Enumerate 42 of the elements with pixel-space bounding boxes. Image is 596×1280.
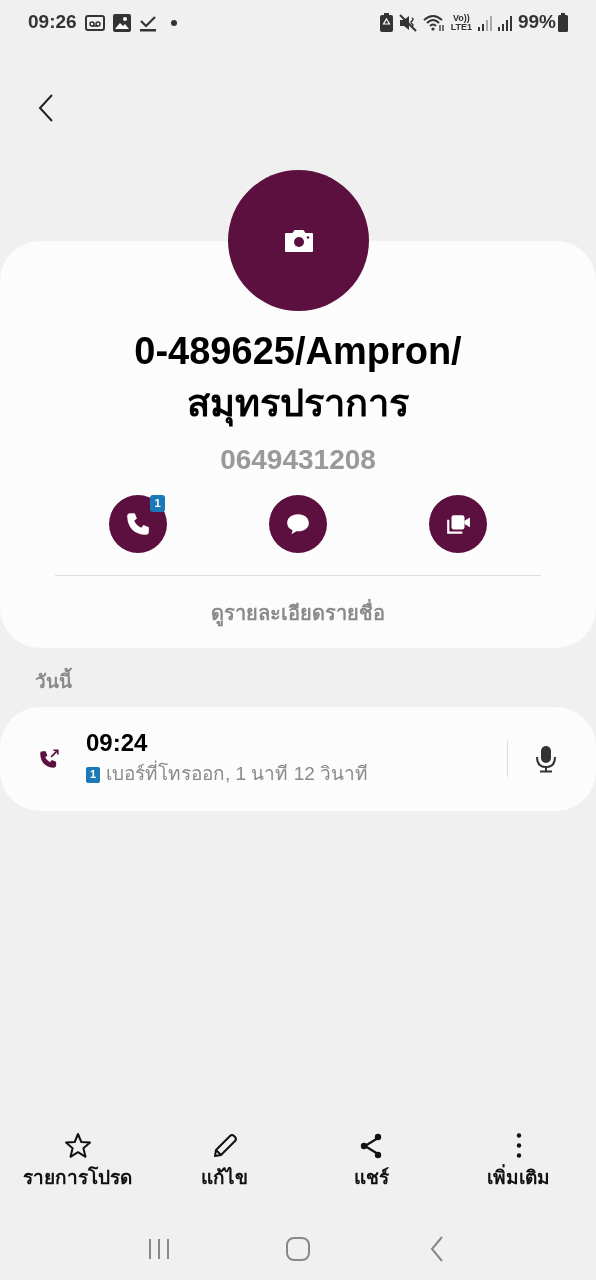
wifi-icon bbox=[422, 13, 445, 32]
phone-icon bbox=[125, 511, 151, 537]
signal-icon bbox=[477, 14, 492, 31]
sim-badge: 1 bbox=[86, 766, 100, 783]
toolbar-button[interactable]: รายการโปรด bbox=[7, 1131, 148, 1192]
sim-badge: 1 bbox=[150, 495, 165, 512]
call-time: 09:24 bbox=[86, 728, 149, 759]
microphone-icon bbox=[535, 744, 557, 773]
toolbar-button[interactable]: เพิ่มเติม bbox=[448, 1131, 589, 1192]
toolbar-button[interactable]: แก้ไข bbox=[154, 1131, 295, 1192]
home-icon bbox=[286, 1237, 310, 1261]
recent-apps-icon bbox=[148, 1238, 171, 1260]
contact-name: 0-489625/Ampron/ bbox=[134, 329, 462, 374]
download-done-icon bbox=[138, 13, 157, 32]
section-header: วันนี้ bbox=[35, 668, 596, 697]
contact-name: สมุทรปราการ bbox=[187, 377, 409, 429]
chat-bubble-icon bbox=[285, 511, 311, 537]
battery-percent: 99% bbox=[517, 10, 556, 35]
status-time: 09:26 bbox=[28, 10, 77, 35]
battery-icon bbox=[558, 13, 568, 32]
more-icon bbox=[515, 1133, 522, 1158]
network-label: LTE1 bbox=[450, 22, 472, 32]
image-icon bbox=[112, 13, 131, 32]
call-button[interactable]: 1 bbox=[109, 495, 167, 553]
message-button[interactable] bbox=[269, 495, 327, 553]
call-description: เบอร์ที่โทรออก, 1 นาที 12 วินาที bbox=[106, 760, 369, 789]
dot-icon bbox=[170, 19, 177, 26]
call-log-item[interactable]: 09:24 1 เบอร์ที่โทรออก, 1 นาที 12 วินาที bbox=[0, 706, 596, 811]
voicemail-icon bbox=[84, 14, 105, 31]
video-call-button[interactable] bbox=[429, 495, 487, 553]
toolbar-button[interactable]: แชร์ bbox=[301, 1131, 442, 1192]
battery-saver-icon bbox=[379, 13, 393, 32]
back-icon bbox=[38, 94, 54, 122]
mute-icon bbox=[398, 13, 417, 32]
camera-icon bbox=[283, 228, 314, 253]
recording-button[interactable] bbox=[534, 743, 558, 774]
back-icon bbox=[429, 1236, 444, 1262]
star-icon bbox=[63, 1131, 92, 1160]
signal-icon bbox=[497, 14, 512, 31]
volte-label: Vo)) bbox=[452, 13, 470, 23]
phone-number: 0649431208 bbox=[220, 443, 376, 477]
outgoing-call-icon bbox=[38, 747, 60, 770]
